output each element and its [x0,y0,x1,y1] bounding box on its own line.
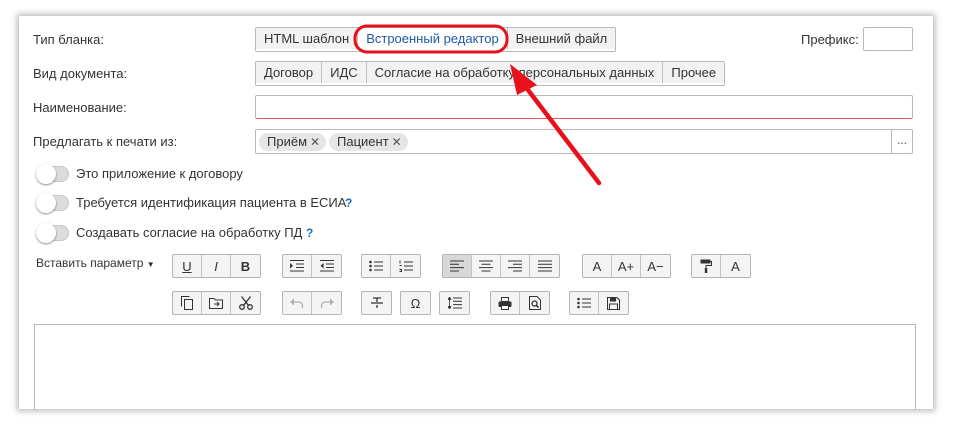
annotation-arrow-shaft [522,83,602,186]
annotation-arrow-head [510,64,537,95]
annotation-overlay [353,24,602,186]
annotation-highlight-circle [353,24,509,54]
